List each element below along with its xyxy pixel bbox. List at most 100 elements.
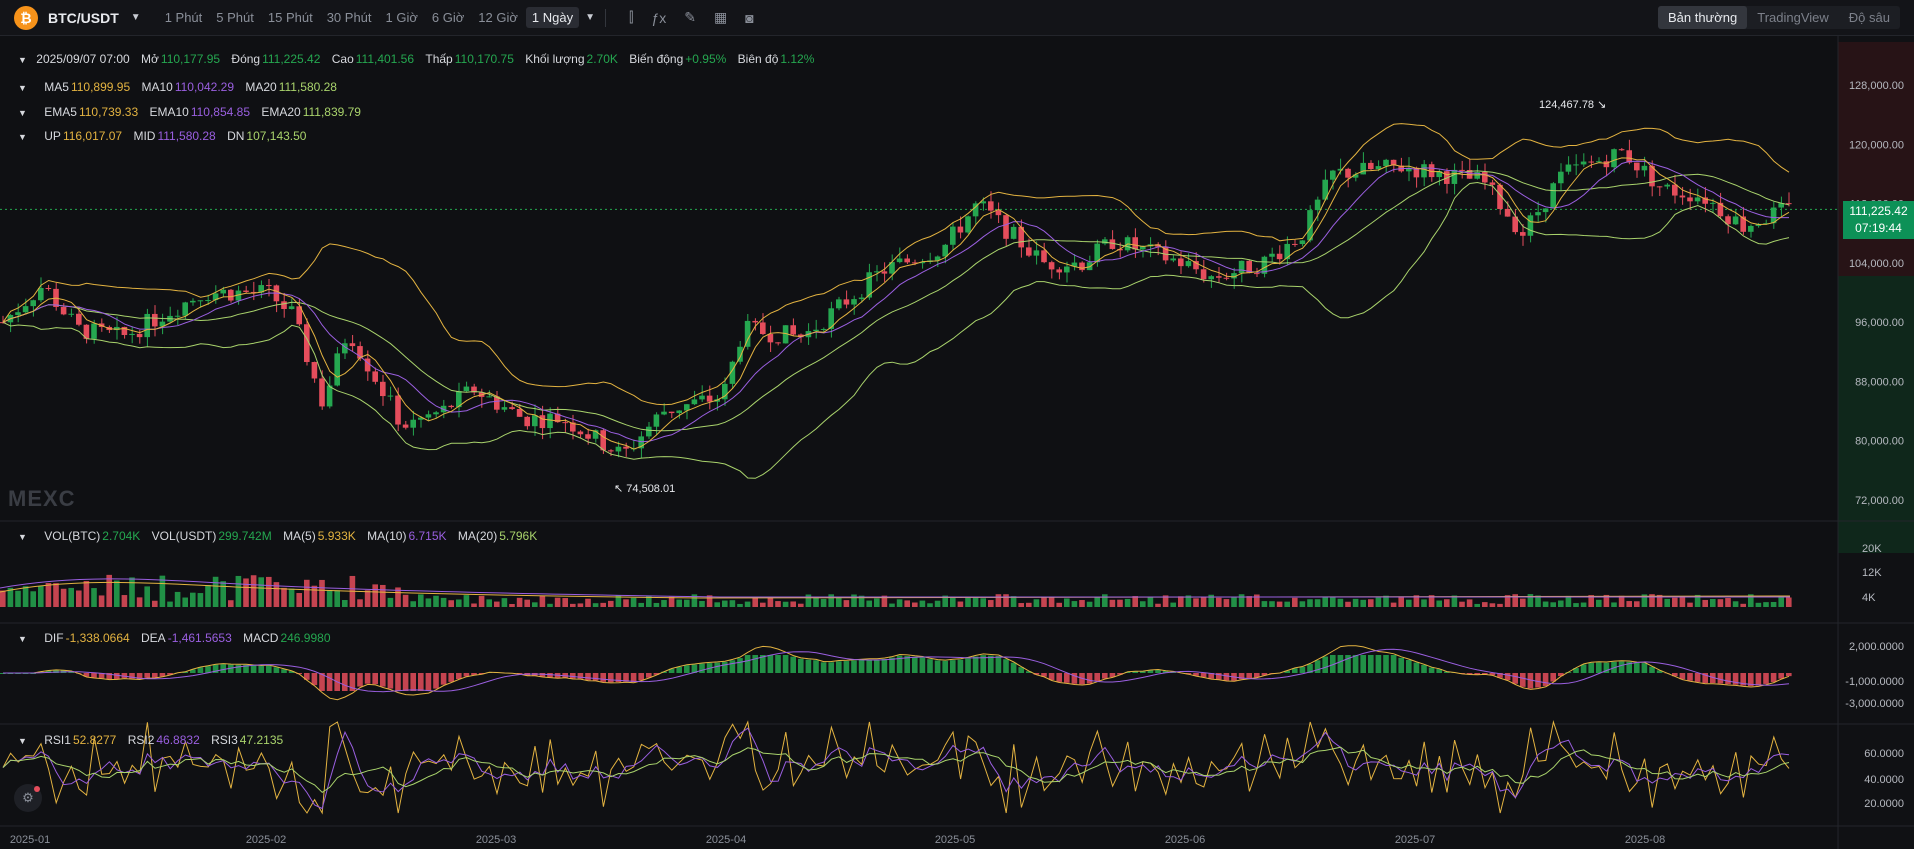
candle-body xyxy=(334,353,340,386)
collapse-caret-icon[interactable]: ▼ xyxy=(18,532,27,542)
volume-bar xyxy=(121,595,128,607)
volume-bar xyxy=(448,600,454,607)
macd-histogram-bar xyxy=(699,663,705,673)
volume-bar xyxy=(1406,599,1412,607)
volume-bar xyxy=(1140,601,1146,607)
ema5-label: EMA5 xyxy=(44,105,77,119)
timeframe-15m[interactable]: 15 Phút xyxy=(262,7,319,28)
volume-tick-label: 4K xyxy=(1862,592,1876,604)
candle-body xyxy=(661,411,667,415)
collapse-caret-icon[interactable]: ▼ xyxy=(18,83,27,93)
volume-bar xyxy=(83,581,90,607)
volume-bar xyxy=(1345,601,1351,607)
candle-body xyxy=(547,413,553,429)
chart-settings-button[interactable]: ⚙ xyxy=(14,784,42,812)
candle-body xyxy=(281,301,287,309)
candle-body xyxy=(1170,258,1176,261)
candle-style-icon[interactable]: ⫿ xyxy=(629,9,633,26)
candle-body xyxy=(1580,161,1587,165)
chevron-down-icon[interactable]: ▼ xyxy=(131,12,141,23)
current-price-tag: 111,225.42 07:19:44 xyxy=(1843,201,1914,239)
timeframe-1m[interactable]: 1 Phút xyxy=(159,7,209,28)
volume-tick-label: 12K xyxy=(1862,567,1882,579)
volume-bar xyxy=(1269,601,1275,607)
candle-body xyxy=(486,396,492,398)
volume-bar xyxy=(1732,601,1739,607)
macd-histogram-bar xyxy=(1725,673,1731,685)
boll-legend: ▼ UP 116,017.07 MID 111,580.28 DN 107,143.5… xyxy=(18,129,306,143)
volume-bar xyxy=(129,577,135,607)
timeframe-6h[interactable]: 6 Giờ xyxy=(426,7,470,28)
candle-body xyxy=(1238,260,1245,274)
candle-body xyxy=(1276,253,1283,260)
volume-bar xyxy=(1155,603,1161,607)
timeframe-more-chevron-icon[interactable]: ▼ xyxy=(585,12,595,23)
macd-histogram-bar xyxy=(1535,673,1541,688)
pair-selector[interactable]: BTC/USDT xyxy=(48,10,119,26)
volume-bar xyxy=(608,600,614,607)
macd-histogram-bar xyxy=(828,662,834,673)
volume-bar xyxy=(676,599,682,607)
volume-bar xyxy=(828,594,834,607)
candle-body xyxy=(744,320,751,347)
volume-bar xyxy=(45,583,52,607)
candle-body xyxy=(532,415,538,427)
candle-body xyxy=(220,289,226,294)
volume-bar xyxy=(1056,602,1062,607)
candle-body xyxy=(1482,172,1488,183)
boll-up-label: UP xyxy=(44,129,61,143)
high-marker-label: 124,467.78 xyxy=(1539,99,1595,111)
macd-histogram-bar xyxy=(456,673,462,680)
candle-body xyxy=(904,258,910,263)
tab-depth[interactable]: Độ sâu xyxy=(1839,6,1900,29)
macd-histogram-bar xyxy=(1596,662,1602,673)
layout-icon[interactable]: ▦ xyxy=(714,9,727,26)
tab-standard[interactable]: Bản thường xyxy=(1657,6,1748,29)
vol-ma10-label: MA(10) xyxy=(367,529,407,543)
candle-body xyxy=(1732,216,1739,225)
indicator-icon[interactable]: ƒx xyxy=(651,10,666,26)
candle-body xyxy=(1314,199,1321,211)
candle-body xyxy=(1292,243,1298,245)
candle-body xyxy=(1284,243,1290,260)
timeframe-30m[interactable]: 30 Phút xyxy=(321,7,378,28)
macd-histogram-bar xyxy=(1770,673,1777,682)
vol-ma5-value: 5.933K xyxy=(317,529,356,543)
volume-bar xyxy=(0,590,6,607)
ema20-label: EMA20 xyxy=(261,105,301,119)
volume-bar xyxy=(1474,603,1480,607)
volume-bar xyxy=(1337,598,1344,607)
candle-body xyxy=(228,289,234,301)
macd-histogram-bar xyxy=(1618,661,1625,673)
volume-bar xyxy=(1200,596,1207,607)
tab-tradingview[interactable]: TradingView xyxy=(1747,6,1839,29)
collapse-caret-icon[interactable]: ▼ xyxy=(18,132,27,142)
volume-bar xyxy=(1390,602,1397,607)
timeframe-12h[interactable]: 12 Giờ xyxy=(472,7,524,28)
candle-body xyxy=(129,333,135,336)
volume-bar xyxy=(600,602,606,607)
price-chart[interactable]: 128,000.00120,000.00112,000.00104,000.00… xyxy=(0,36,1914,849)
pencil-icon[interactable]: ✎ xyxy=(684,9,696,26)
timeframe-1h[interactable]: 1 Giờ xyxy=(380,7,424,28)
candle-body xyxy=(1086,262,1093,271)
macd-histogram-bar xyxy=(342,673,348,691)
candle-body xyxy=(311,362,318,379)
macd-histogram-bar xyxy=(258,666,264,673)
volume-bar xyxy=(851,594,857,607)
collapse-caret-icon[interactable]: ▼ xyxy=(18,108,27,118)
macd-histogram-bar xyxy=(782,655,789,673)
collapse-caret-icon[interactable]: ▼ xyxy=(18,55,27,65)
timeframe-1d[interactable]: 1 Ngày xyxy=(525,7,580,28)
candle-body xyxy=(1383,159,1389,167)
camera-icon[interactable]: ◙ xyxy=(745,10,753,26)
volume-bar xyxy=(1314,599,1321,607)
macd-histogram-bar xyxy=(326,673,333,691)
macd-histogram-bar xyxy=(988,655,994,673)
volume-bar xyxy=(524,599,530,607)
volume-bar xyxy=(1482,602,1488,607)
collapse-caret-icon[interactable]: ▼ xyxy=(18,736,27,746)
candle-body xyxy=(1687,197,1693,202)
timeframe-5m[interactable]: 5 Phút xyxy=(210,7,260,28)
collapse-caret-icon[interactable]: ▼ xyxy=(18,634,27,644)
